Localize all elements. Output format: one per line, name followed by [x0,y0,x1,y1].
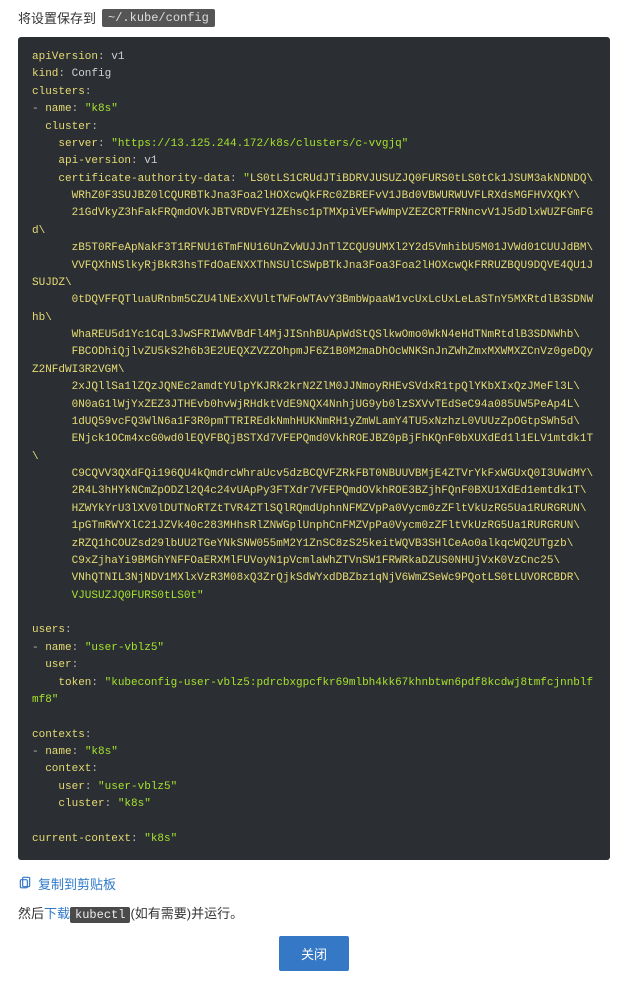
kubeconfig-code-block: apiVersion: v1 kind: Config clusters: - … [18,37,610,860]
clipboard-icon [18,875,32,892]
copy-to-clipboard-label: 复制到剪贴板 [38,874,116,893]
save-to-label: 将设置保存到 [18,8,96,27]
kubectl-chip: kubectl [70,907,130,923]
close-button[interactable]: 关闭 [279,936,349,971]
instruction-after: (如有需要)并运行。 [130,906,243,921]
kubectl-instruction: 然后下载kubectl(如有需要)并运行。 [18,903,610,922]
instruction-before: 然后 [18,906,44,921]
kubeconfig-path-chip: ~/.kube/config [102,9,215,27]
download-kubectl-link[interactable]: 下载 [44,906,70,921]
copy-to-clipboard-link[interactable]: 复制到剪贴板 [18,874,116,893]
